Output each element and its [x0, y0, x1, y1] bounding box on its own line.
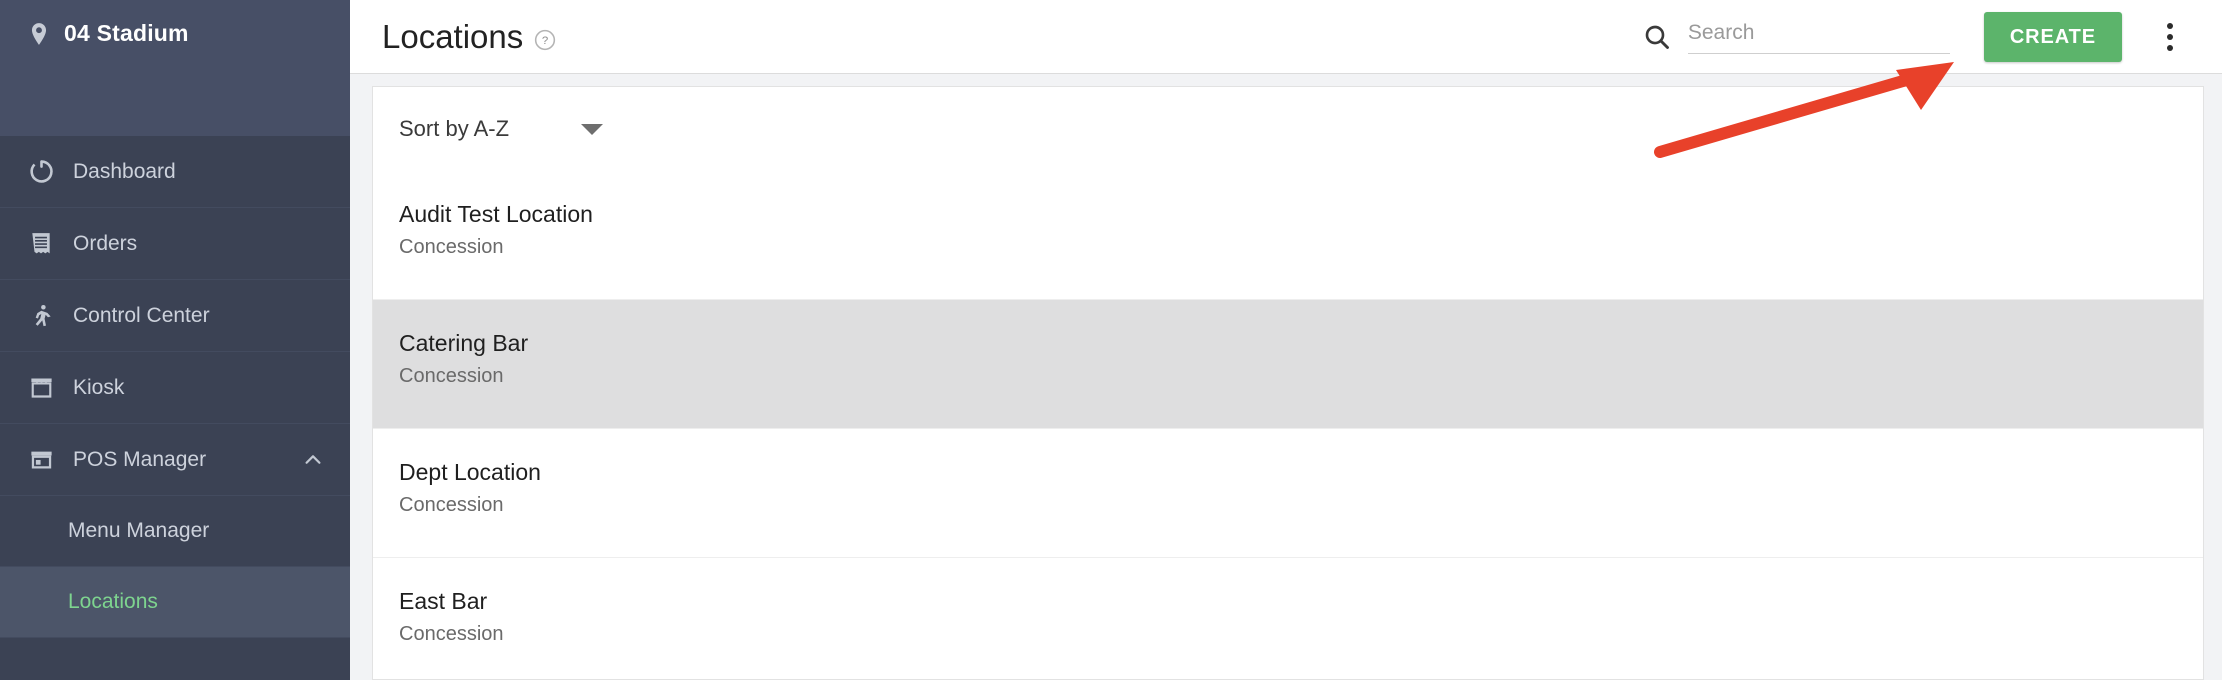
sidebar-item-kiosk[interactable]: Kiosk [0, 352, 350, 424]
location-row[interactable]: East Bar Concession [373, 558, 2203, 679]
help-circle-icon[interactable]: ? [534, 29, 556, 51]
locations-card: Sort by A-Z Audit Test Location Concessi… [372, 86, 2204, 680]
sidebar-venue-header[interactable]: 04 Stadium [0, 0, 350, 136]
kebab-menu-icon[interactable] [2148, 15, 2192, 59]
sort-dropdown[interactable]: Sort by A-Z [399, 115, 604, 143]
sort-row: Sort by A-Z [373, 87, 2203, 171]
sidebar: 04 Stadium Dashboard Orders Control Cent… [0, 0, 350, 680]
location-type: Concession [399, 623, 504, 645]
sidebar-item-orders[interactable]: Orders [0, 208, 350, 280]
sidebar-item-pos-manager[interactable]: POS Manager [0, 424, 350, 496]
sidebar-item-control-center[interactable]: Control Center [0, 280, 350, 352]
sidebar-item-label: Locations [68, 590, 158, 613]
search-input[interactable] [1687, 19, 1950, 54]
sidebar-item-dashboard[interactable]: Dashboard [0, 136, 350, 208]
caret-down-icon [581, 123, 604, 135]
sidebar-item-menu-manager[interactable]: Menu Manager [0, 496, 350, 567]
create-button[interactable]: CREATE [1983, 11, 2122, 62]
location-row[interactable]: Audit Test Location Concession [373, 171, 2203, 300]
dashboard-donut-icon [26, 157, 56, 187]
sidebar-item-label: Orders [73, 231, 138, 255]
location-type: Concession [399, 365, 504, 387]
content-area: Sort by A-Z Audit Test Location Concessi… [350, 74, 2222, 680]
location-row[interactable]: Dept Location Concession [373, 429, 2203, 558]
main-region: Locations ? CREATE [350, 0, 2222, 680]
kebab-dot [2167, 33, 2173, 40]
kebab-dot [2167, 22, 2173, 29]
sort-dropdown-label: Sort by A-Z [399, 116, 510, 141]
location-name: East Bar [399, 588, 488, 614]
chevron-up-icon[interactable] [302, 449, 324, 471]
location-name: Audit Test Location [399, 201, 593, 227]
sidebar-item-label: POS Manager [73, 447, 207, 471]
app-root: 04 Stadium Dashboard Orders Control Cent… [0, 0, 2222, 680]
pos-register-icon [26, 445, 56, 475]
location-row[interactable]: Catering Bar Concession [373, 300, 2203, 429]
location-name: Catering Bar [399, 330, 529, 356]
sidebar-item-partial[interactable] [0, 638, 350, 680]
search-icon[interactable] [1642, 22, 1672, 52]
top-bar: Locations ? CREATE [350, 0, 2222, 74]
search-area [1642, 19, 1950, 54]
sidebar-item-label: Dashboard [73, 159, 176, 183]
sidebar-item-label: Menu Manager [68, 519, 210, 542]
location-type: Concession [399, 236, 504, 258]
location-type: Concession [399, 494, 504, 516]
sidebar-item-label: Control Center [73, 303, 210, 327]
storefront-icon [26, 373, 56, 403]
location-name: Dept Location [399, 459, 541, 485]
sidebar-item-locations[interactable]: Locations [0, 567, 350, 638]
receipt-icon [26, 229, 56, 259]
venue-name: 04 Stadium [64, 20, 189, 46]
sidebar-nav: Dashboard Orders Control Center Kiosk PO… [0, 136, 350, 680]
sidebar-item-label: Kiosk [73, 375, 125, 399]
svg-text:?: ? [542, 35, 548, 47]
running-person-icon [26, 301, 56, 331]
page-title: Locations [382, 17, 524, 55]
kebab-dot [2167, 44, 2173, 51]
location-pin-icon [31, 23, 47, 45]
